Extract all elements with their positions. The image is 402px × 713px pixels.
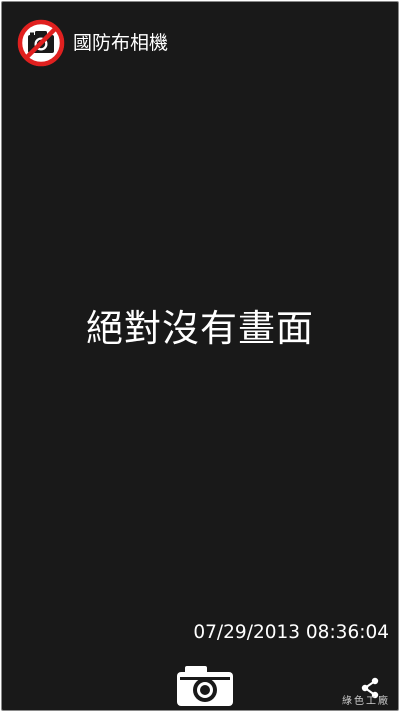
app-screen: 國防布相機 絕對沒有畫面 07/29/2013 08:36:04 綠色工廠: [1, 1, 399, 711]
no-camera-icon[interactable]: [16, 18, 66, 68]
camera-icon[interactable]: [177, 666, 233, 706]
no-preview-message: 絕對沒有畫面: [86, 307, 314, 350]
watermark: 綠色工廠: [342, 696, 390, 707]
app-title: 國防布相機: [73, 32, 169, 54]
timestamp: 07/29/2013 08:36:04: [193, 622, 389, 643]
app-bar: 國防布相機: [2, 2, 398, 82]
